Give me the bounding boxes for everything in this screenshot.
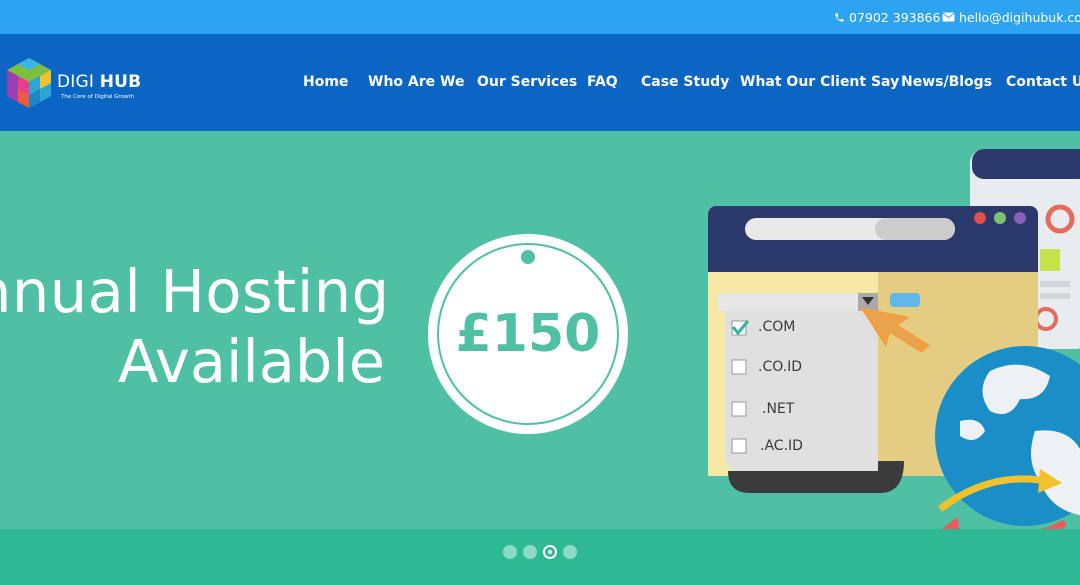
hero-headline-line2: Available: [118, 327, 386, 396]
phone-icon: [834, 12, 845, 23]
price-value: £150: [455, 304, 601, 364]
nav-item-home[interactable]: Home: [303, 74, 348, 90]
nav-item-our-services[interactable]: Our Services: [477, 74, 577, 90]
nav-item-news-blogs[interactable]: News/Blogs: [901, 74, 992, 90]
price-tag: £150: [428, 234, 628, 434]
main-header: DIGI HUB The Core of Digital Growth Home…: [0, 34, 1080, 131]
hero-slide: nnual Hosting Available £150 .COM .CO.ID…: [0, 131, 1080, 529]
price-tag-hole: [521, 250, 535, 264]
slider-dot-2[interactable]: [523, 545, 537, 559]
nav-item-who-are-we[interactable]: Who Are We: [368, 74, 464, 90]
slider-dot-1[interactable]: [503, 545, 517, 559]
tld-option-net[interactable]: .NET: [762, 401, 794, 417]
nav-item-what-our-client-say[interactable]: What Our Client Say: [740, 74, 899, 90]
phone-contact[interactable]: 07902 393866: [834, 0, 940, 34]
phone-number: 07902 393866: [849, 9, 941, 25]
email-contact[interactable]: hello@digihubuk.com: [942, 0, 1080, 34]
tld-option-com[interactable]: .COM: [758, 319, 795, 335]
tld-option-ac-id[interactable]: .AC.ID: [760, 438, 803, 454]
domain-browser-illustration: [708, 149, 1080, 529]
slider-pagination: [503, 545, 577, 559]
slider-dot-4[interactable]: [563, 545, 577, 559]
slider-dot-3-active[interactable]: [543, 545, 557, 559]
hero-headline-line1: nnual Hosting: [0, 257, 390, 326]
top-bar: 07902 393866 hello@digihubuk.com: [0, 0, 1080, 34]
envelope-icon: [942, 12, 955, 22]
nav-item-case-study[interactable]: Case Study: [641, 74, 729, 90]
nav-item-contact-us[interactable]: Contact Us: [1006, 74, 1080, 90]
tld-option-co-id[interactable]: .CO.ID: [758, 359, 802, 375]
nav-item-faq[interactable]: FAQ: [587, 74, 618, 90]
primary-nav: Home Who Are We Our Services FAQ Case St…: [0, 34, 1080, 131]
email-address: hello@digihubuk.com: [959, 9, 1080, 25]
hosting-illustration: .COM .CO.ID .NET .AC.ID: [690, 131, 1080, 529]
